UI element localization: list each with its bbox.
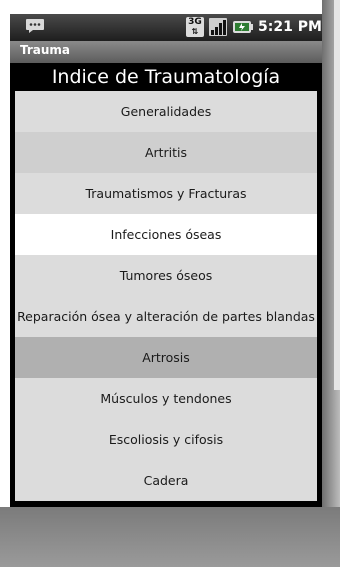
list-item-infecciones-oseas[interactable]: Infecciones óseas	[15, 214, 317, 255]
screen-bottom-edge	[10, 501, 322, 507]
status-bar: 3G ⇅ 5:21 PM	[10, 14, 322, 41]
screen-frame: 3G ⇅ 5:21 PM Trauma Indice de Traumatolo…	[0, 0, 340, 567]
battery-charging-icon	[233, 21, 253, 33]
app-title: Trauma	[20, 43, 71, 57]
page-title: Indice de Traumatología	[10, 63, 322, 91]
network-badge: 3G	[188, 17, 202, 27]
list-item-artritis[interactable]: Artritis	[15, 132, 317, 173]
list-item-escoliosis-cifosis[interactable]: Escoliosis y cifosis	[15, 419, 317, 460]
list-item-generalidades[interactable]: Generalidades	[15, 91, 317, 132]
status-time: 5:21 PM	[258, 19, 322, 35]
list-item-musculos-tendones[interactable]: Músculos y tendones	[15, 378, 317, 419]
chat-notification-icon[interactable]	[25, 18, 45, 34]
list-item-traumatismos-fracturas[interactable]: Traumatismos y Fracturas	[15, 173, 317, 214]
list-item-tumores-oseos[interactable]: Tumores óseos	[15, 255, 317, 296]
list-item-artrosis[interactable]: Artrosis	[15, 337, 317, 378]
right-border	[322, 0, 340, 567]
phone-screen: 3G ⇅ 5:21 PM Trauma Indice de Traumatolo…	[10, 14, 322, 507]
topic-list: Generalidades Artritis Traumatismos y Fr…	[15, 91, 317, 501]
bottom-border	[0, 507, 340, 567]
app-title-bar: Trauma	[10, 41, 322, 63]
signal-icon	[209, 18, 227, 36]
list-item-reparacion-osea[interactable]: Reparación ósea y alteración de partes b…	[15, 296, 317, 337]
list-item-cadera[interactable]: Cadera	[15, 460, 317, 501]
3g-icon: 3G ⇅	[186, 17, 204, 37]
